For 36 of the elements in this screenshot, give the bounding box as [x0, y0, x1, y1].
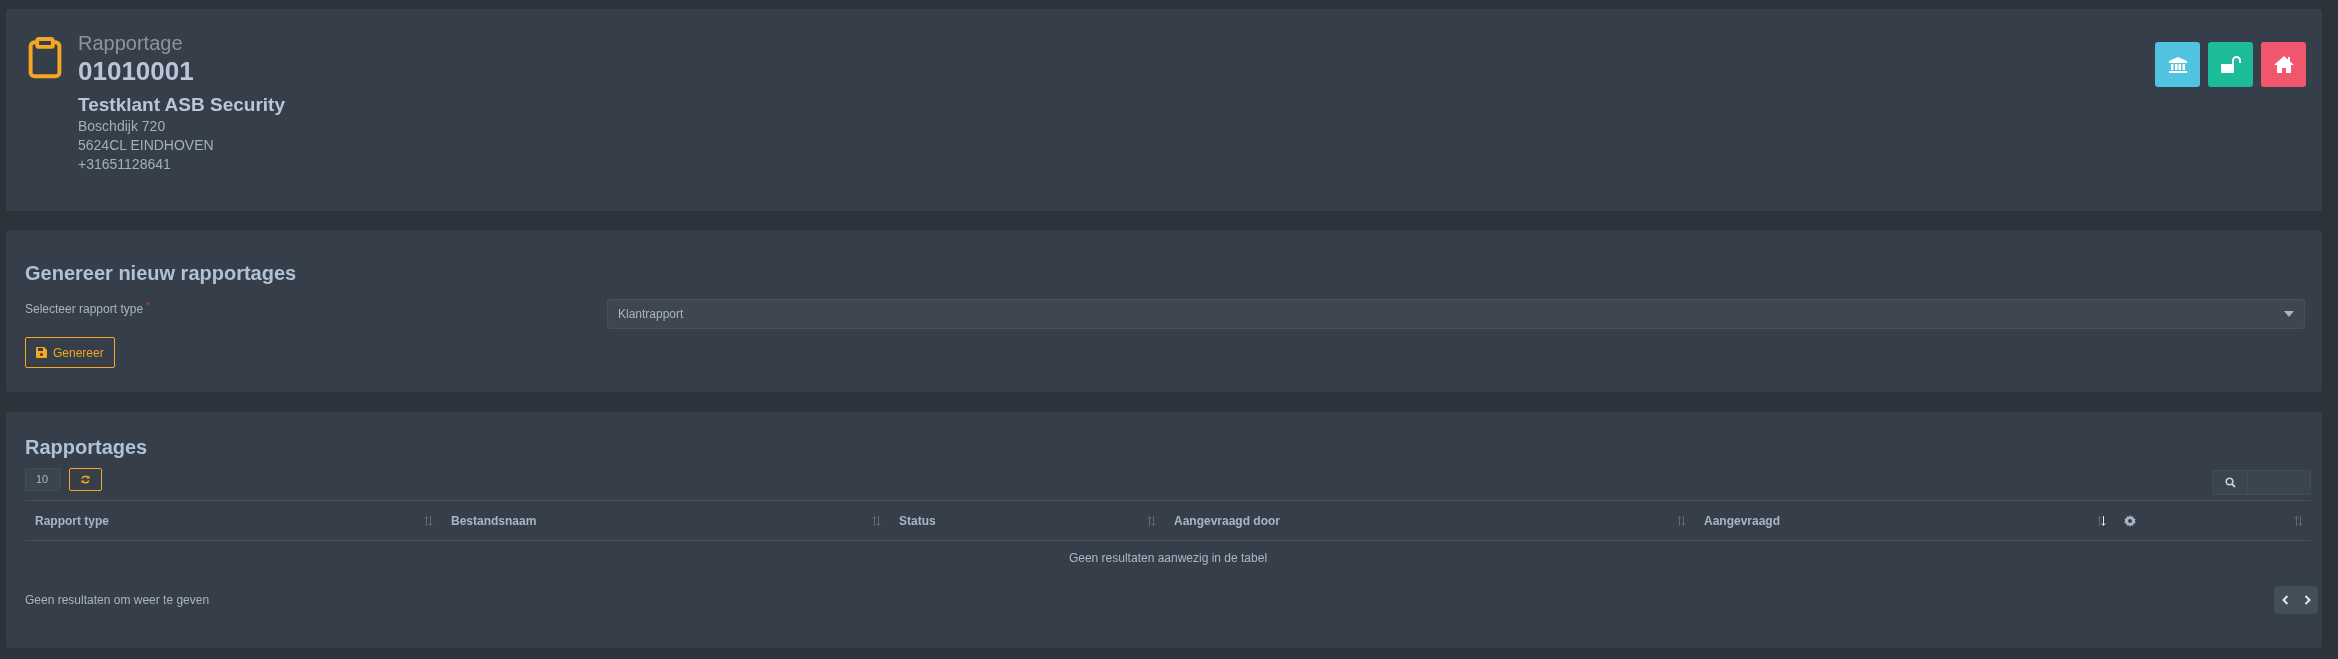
- chevron-right-icon: [2303, 595, 2311, 605]
- search-icon: [2224, 477, 2236, 488]
- refresh-button[interactable]: [69, 468, 102, 491]
- page-size-select[interactable]: 10: [25, 468, 61, 491]
- column-header[interactable]: Bestandsnaam: [441, 501, 889, 540]
- section-title: Rapportages: [25, 435, 149, 460]
- address-line: 5624CL EINDHOVEN: [78, 136, 215, 155]
- column-header[interactable]: Rapport type: [25, 501, 441, 540]
- bank-button[interactable]: [2155, 42, 2200, 87]
- field-label: Selecteer rapport type: [25, 302, 144, 316]
- clipboard-icon: [28, 37, 62, 79]
- address-line: Boschdijk 720: [78, 117, 167, 136]
- column-header[interactable]: Aangevraagd: [1694, 501, 2114, 540]
- floppy-icon: [36, 347, 47, 358]
- chevron-left-icon: [2281, 595, 2289, 605]
- home-button[interactable]: [2261, 42, 2306, 87]
- unlock-button[interactable]: [2208, 42, 2253, 87]
- report-type-select[interactable]: Klantrapport: [607, 299, 2305, 329]
- search-field[interactable]: [2212, 470, 2311, 495]
- gear-icon: [2124, 514, 2136, 527]
- required-marker: *: [146, 300, 150, 310]
- refresh-icon: [81, 475, 90, 484]
- padlock-icon: [2220, 56, 2241, 73]
- bank-icon: [2168, 56, 2187, 73]
- customer-name: Testklant ASB Security: [78, 93, 285, 117]
- address-line: +31651128641: [78, 155, 172, 174]
- table-info: Geen resultaten om weer te geven: [25, 592, 210, 609]
- column-header[interactable]: Status: [889, 501, 1164, 540]
- generate-button[interactable]: Genereer: [25, 337, 115, 368]
- page-subtitle: Rapportage: [78, 31, 184, 55]
- house-icon: [2273, 56, 2294, 73]
- empty-message: Geen resultaten aanwezig in de tabel: [1068, 551, 1268, 565]
- column-header[interactable]: Aangevraagd door: [1164, 501, 1694, 540]
- record-number: 01010001: [78, 55, 195, 87]
- section-title: Genereer nieuw rapportages: [25, 261, 298, 286]
- caret-icon: [2284, 311, 2294, 317]
